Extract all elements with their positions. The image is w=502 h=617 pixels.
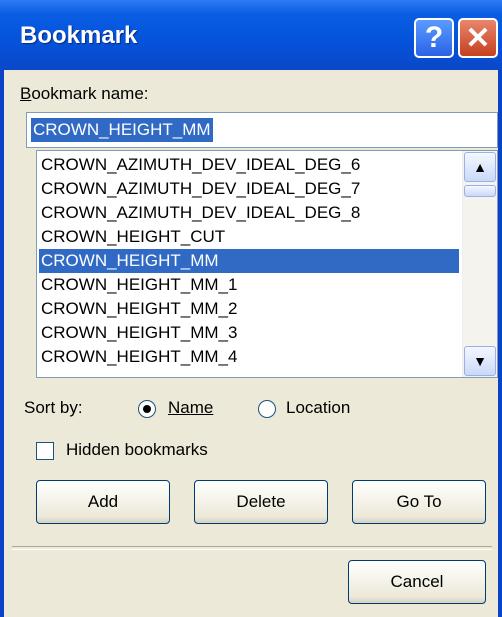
bookmark-dialog: Bookmark ? ✕ Bookmark name: CROWN_HEIGHT… (0, 0, 502, 617)
close-button[interactable]: ✕ (458, 18, 498, 58)
separator (12, 546, 492, 550)
sort-location-radio[interactable] (258, 400, 276, 418)
list-item[interactable]: CROWN_HEIGHT_MM_2 (39, 297, 459, 321)
bookmark-name-label: Bookmark name: (20, 84, 149, 104)
help-button[interactable]: ? (414, 18, 454, 58)
list-item[interactable]: CROWN_HEIGHT_MM_3 (39, 321, 459, 345)
scroll-thumb[interactable] (464, 185, 496, 197)
bookmark-name-value: CROWN_HEIGHT_MM (31, 118, 213, 142)
list-item[interactable]: CROWN_AZIMUTH_DEV_IDEAL_DEG_7 (39, 177, 459, 201)
delete-button[interactable]: Delete (194, 480, 328, 524)
list-item[interactable]: CROWN_AZIMUTH_DEV_IDEAL_DEG_6 (39, 153, 459, 177)
sort-name-label[interactable]: Name (168, 398, 213, 418)
scroll-down-icon[interactable]: ▼ (464, 346, 496, 376)
sort-by-label: Sort by: (24, 398, 83, 417)
list-item[interactable]: CROWN_AZIMUTH_DEV_IDEAL_DEG_8 (39, 201, 459, 225)
add-button[interactable]: Add (36, 480, 170, 524)
dialog-body: Bookmark name: CROWN_HEIGHT_MM CROWN_AZI… (4, 70, 498, 617)
list-item[interactable]: CROWN_HEIGHT_MM_1 (39, 273, 459, 297)
window-title: Bookmark (20, 22, 138, 49)
access-key: B (20, 84, 32, 103)
go-to-button[interactable]: Go To (352, 480, 486, 524)
bookmark-name-input[interactable]: CROWN_HEIGHT_MM (26, 112, 498, 148)
list-item[interactable]: CROWN_HEIGHT_CUT (39, 225, 459, 249)
cancel-button[interactable]: Cancel (348, 560, 486, 604)
hidden-bookmarks-label[interactable]: Hidden bookmarks (66, 440, 208, 460)
hidden-bookmarks-checkbox[interactable] (36, 442, 54, 460)
bookmark-name-label-rest: ookmark name: (31, 84, 149, 103)
list-item[interactable]: CROWN_HEIGHT_MM (39, 249, 459, 273)
scroll-up-icon[interactable]: ▲ (464, 152, 496, 182)
list-item[interactable]: CROWN_HEIGHT_MM_4 (39, 345, 459, 369)
list-scrollbar[interactable]: ▲ ▼ (462, 151, 497, 377)
sort-name-radio[interactable] (138, 400, 156, 418)
title-bar[interactable]: Bookmark ? ✕ (0, 0, 502, 70)
sort-location-label[interactable]: Location (286, 398, 350, 418)
bookmark-list[interactable]: CROWN_AZIMUTH_DEV_IDEAL_DEG_6 CROWN_AZIMU… (36, 150, 498, 378)
